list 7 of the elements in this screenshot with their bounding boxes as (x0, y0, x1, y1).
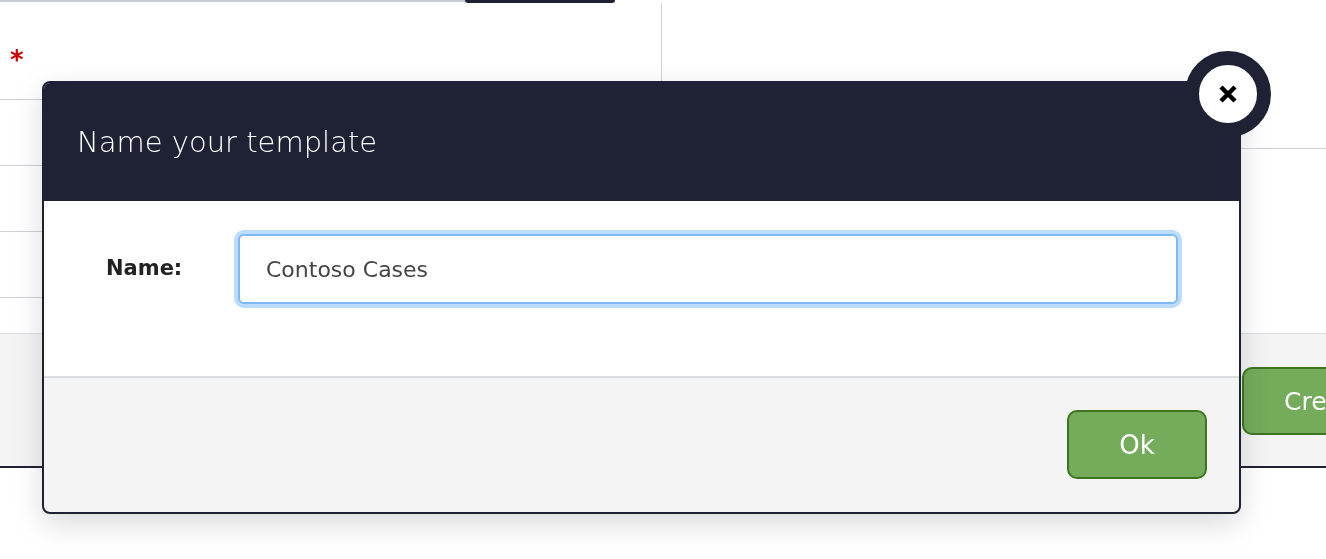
create-button[interactable]: Cre (1242, 367, 1326, 435)
ok-button[interactable]: Ok (1067, 410, 1207, 479)
name-field[interactable]: Contoso Cases (238, 234, 1178, 304)
required-mark: * (10, 45, 24, 75)
close-icon (1218, 84, 1238, 104)
field-label: Name: (106, 255, 184, 280)
dialog-title: Name your template (77, 125, 378, 159)
